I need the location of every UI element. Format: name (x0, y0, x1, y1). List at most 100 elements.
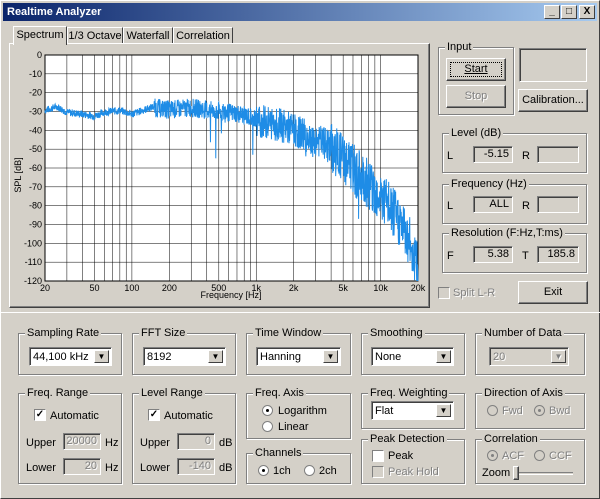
minimize-button[interactable]: _ (544, 5, 560, 19)
level-range-lower-field[interactable]: -140 (177, 458, 215, 475)
channels-2ch-radio[interactable] (304, 465, 315, 476)
y-tick-label: -90 (29, 220, 42, 230)
start-label: Start (464, 63, 488, 75)
x-tick-label: 5k (338, 283, 348, 293)
calibration-label: Calibration... (522, 94, 584, 106)
tab-spectrum[interactable]: Spectrum (13, 26, 67, 45)
tab-correlation[interactable]: Correlation (173, 27, 233, 44)
y-tick-label: -40 (29, 125, 42, 135)
freq-range-label: Freq. Range (25, 387, 91, 399)
resolution-f-value: 5.38 (473, 246, 513, 263)
freq-weighting-select[interactable]: Flat ▼ (371, 401, 454, 420)
chevron-down-icon: ▼ (436, 404, 451, 417)
freq-range-lower-field[interactable]: 20 (63, 458, 101, 475)
exit-label: Exit (543, 286, 563, 298)
stop-label: Stop (464, 90, 488, 102)
correlation-acf-radio[interactable] (487, 450, 498, 461)
freq-axis-log-radio[interactable] (262, 405, 273, 416)
fft-size-label: FFT Size (139, 327, 188, 339)
tab-one-third-octave[interactable]: 1/3 Octave (67, 27, 123, 44)
y-tick-label: -80 (29, 201, 42, 211)
x-tick-label: 50 (89, 283, 99, 293)
peak-checkbox[interactable] (372, 450, 384, 462)
tab-correlation-label: Correlation (176, 30, 230, 42)
direction-bwd-radio[interactable] (534, 405, 545, 416)
stop-button[interactable]: Stop (446, 85, 506, 108)
split-lr-label: Split L-R (453, 287, 496, 299)
x-tick-label: 100 (124, 283, 139, 293)
y-axis-label: SPL [dB] (13, 157, 23, 192)
close-button[interactable]: X (579, 5, 595, 19)
frequency-r-value (537, 196, 579, 213)
freq-range-lower-label: Lower (26, 462, 56, 474)
correlation-ccf-radio[interactable] (534, 450, 545, 461)
channels-2ch-label: 2ch (319, 465, 337, 477)
peak-hold-checkbox[interactable] (372, 466, 384, 478)
freq-range-lower-unit: Hz (105, 462, 119, 474)
peak-detection-label: Peak Detection (368, 433, 447, 445)
level-l-label: L (447, 150, 454, 162)
frequency-group-label: Frequency (Hz) (449, 178, 529, 190)
sampling-rate-label: Sampling Rate (25, 327, 102, 339)
tab-waterfall[interactable]: Waterfall (123, 27, 173, 44)
calibration-button[interactable]: Calibration... (518, 89, 588, 112)
level-range-lower-unit: dB (219, 462, 233, 474)
smoothing-select[interactable]: None ▼ (371, 347, 454, 366)
sampling-rate-select[interactable]: 44,100 kHz ▼ (29, 347, 112, 366)
direction-fwd-radio[interactable] (487, 405, 498, 416)
freq-axis-label: Freq. Axis (253, 387, 306, 399)
fft-size-select[interactable]: 8192 ▼ (143, 347, 226, 366)
chevron-down-icon: ▼ (436, 350, 451, 363)
freq-axis-linear-label: Linear (278, 421, 309, 433)
freq-range-auto-checkbox[interactable]: ✓ (34, 409, 46, 421)
level-range-lower-label: Lower (140, 462, 170, 474)
x-tick-label: 20 (40, 283, 50, 293)
level-range-auto-checkbox[interactable]: ✓ (148, 409, 160, 421)
y-tick-label: -60 (29, 163, 42, 173)
x-axis-label: Frequency [Hz] (200, 290, 261, 300)
peak-label: Peak (388, 450, 414, 462)
level-range-upper-label: Upper (140, 437, 170, 449)
channels-1ch-radio[interactable] (258, 465, 269, 476)
resolution-t-label: T (522, 250, 529, 262)
x-tick-label: 10k (373, 283, 388, 293)
number-of-data-select[interactable]: 20 ▼ (489, 347, 569, 366)
chevron-down-icon: ▼ (208, 350, 223, 363)
frequency-l-label: L (447, 200, 454, 212)
channels-label: Channels (253, 447, 304, 459)
fft-size-value: 8192 (147, 351, 172, 363)
freq-weighting-label: Freq. Weighting (368, 387, 450, 399)
correlation-label: Correlation (482, 433, 540, 445)
sampling-rate-value: 44,100 kHz (33, 351, 89, 363)
zoom-slider-track[interactable] (513, 472, 573, 475)
level-group-label: Level (dB) (449, 127, 504, 139)
spectrum-chart: 0-10-20-30-40-50-60-70-80-90-100-110-120… (13, 50, 426, 300)
x-tick-label: 2k (289, 283, 299, 293)
tab-one-third-octave-label: 1/3 Octave (68, 30, 122, 42)
y-tick-labels: 0-10-20-30-40-50-60-70-80-90-100-110-120 (24, 50, 42, 286)
window-title: Realtime Analyzer (7, 6, 102, 18)
smoothing-value: None (375, 351, 402, 363)
time-window-label: Time Window (253, 327, 324, 339)
peak-hold-label: Peak Hold (388, 466, 439, 478)
resolution-t-value: 185.8 (537, 246, 579, 263)
y-tick-label: -20 (29, 88, 42, 98)
y-tick-label: -10 (29, 69, 42, 79)
maximize-button[interactable]: □ (561, 5, 577, 19)
level-range-upper-unit: dB (219, 437, 233, 449)
split-lr-checkbox[interactable] (438, 287, 450, 299)
exit-button[interactable]: Exit (518, 281, 588, 304)
freq-range-upper-field[interactable]: 20000 (63, 433, 101, 450)
start-button[interactable]: Start (446, 58, 506, 81)
y-tick-label: -30 (29, 107, 42, 117)
chevron-down-icon: ▼ (323, 350, 338, 363)
tab-waterfall-label: Waterfall (126, 30, 170, 42)
zoom-slider-thumb[interactable] (513, 466, 519, 480)
y-tick-label: -110 (25, 257, 42, 267)
freq-axis-linear-radio[interactable] (262, 421, 273, 432)
time-window-select[interactable]: Hanning ▼ (256, 347, 341, 366)
time-window-value: Hanning (260, 351, 301, 363)
frequency-l-value: ALL (473, 196, 513, 213)
level-range-upper-field[interactable]: 0 (177, 433, 215, 450)
y-tick-label: -100 (24, 238, 42, 248)
